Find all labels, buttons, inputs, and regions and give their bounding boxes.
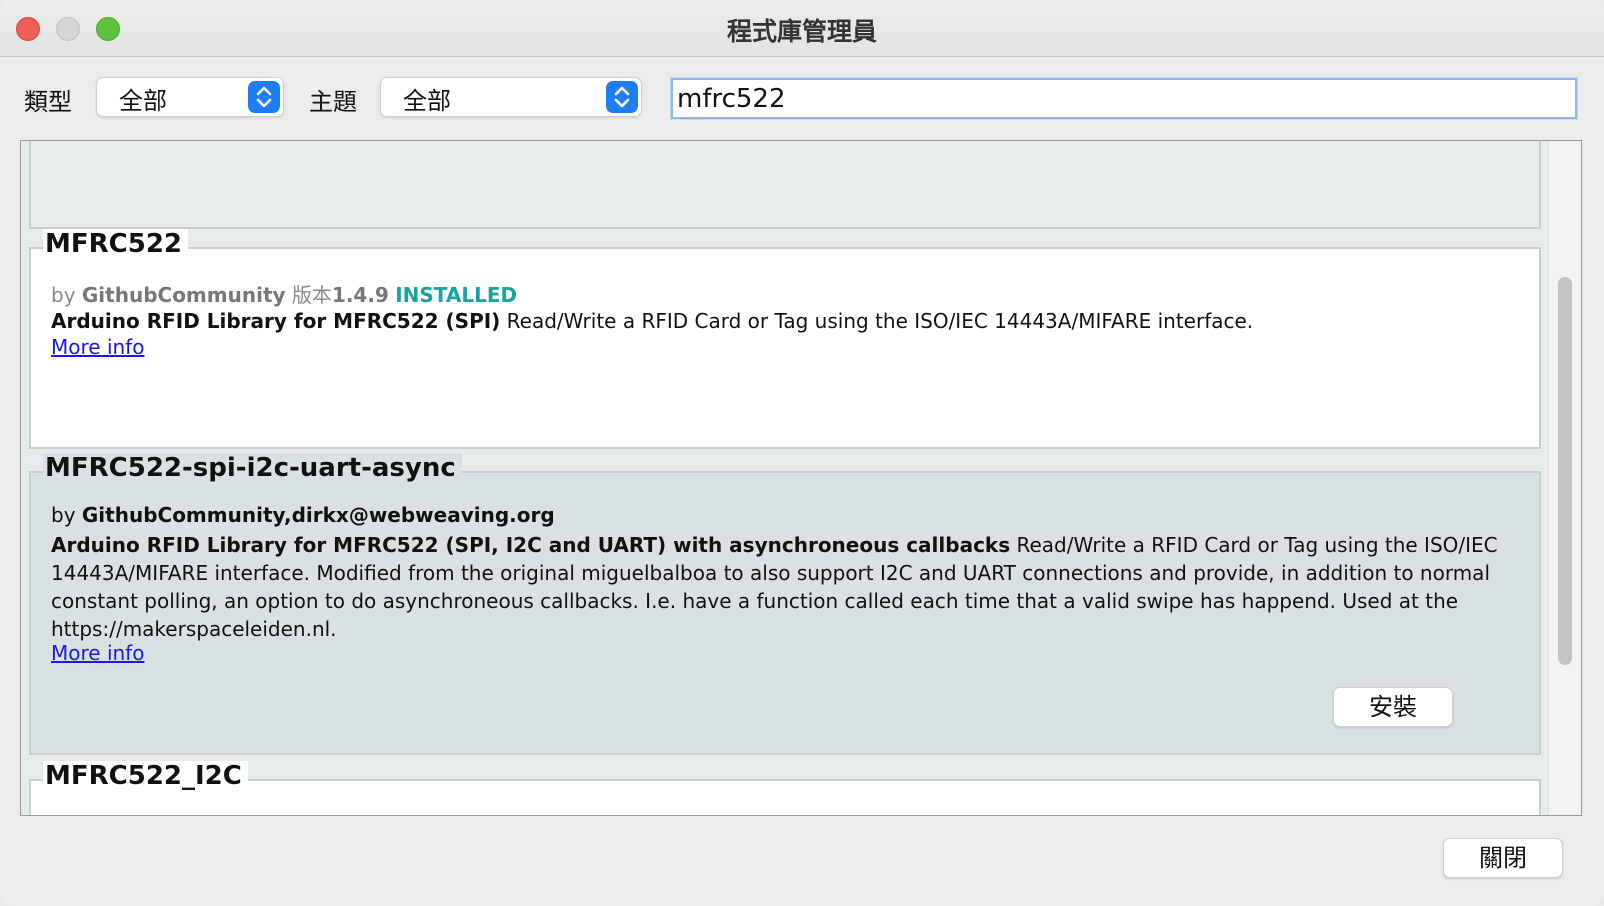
library-card-partial <box>29 141 1541 229</box>
install-button[interactable]: 安裝 <box>1333 687 1453 727</box>
type-label: 類型 <box>24 88 72 116</box>
library-list[interactable]: MFRC522 by GithubCommunity 版本1.4.9 INSTA… <box>20 140 1582 816</box>
library-byline: by GithubCommunity 版本1.4.9 INSTALLED <box>51 283 518 307</box>
topic-select[interactable]: 全部 <box>380 77 642 117</box>
close-button[interactable]: 關閉 <box>1443 838 1563 878</box>
library-card[interactable]: MFRC522_I2C <box>29 761 1541 815</box>
library-version: 1.4.9 <box>331 283 389 307</box>
library-author: GithubCommunity <box>81 283 286 307</box>
version-label: 版本 <box>291 283 332 307</box>
search-input[interactable] <box>677 82 1557 115</box>
topic-label: 主題 <box>309 88 357 116</box>
library-name: MFRC522 <box>43 229 189 259</box>
more-info-link[interactable]: More info <box>51 335 144 359</box>
title-bar: 程式庫管理員 <box>0 0 1604 57</box>
library-card[interactable]: MFRC522-spi-i2c-uart-async by GithubComm… <box>29 453 1541 755</box>
scrollbar-thumb[interactable] <box>1558 277 1572 665</box>
library-manager-window: 程式庫管理員 類型 全部 主題 全部 MFRC522 <box>0 0 1604 906</box>
installed-badge: INSTALLED <box>395 283 518 307</box>
select-arrows-icon <box>248 81 280 113</box>
library-description: Arduino RFID Library for MFRC522 (SPI, I… <box>51 533 1498 641</box>
select-arrows-icon <box>606 81 638 113</box>
search-field[interactable] <box>671 78 1577 119</box>
more-info-link[interactable]: More info <box>51 641 144 665</box>
window-title: 程式庫管理員 <box>726 17 877 46</box>
library-description: Arduino RFID Library for MFRC522 (SPI) R… <box>51 309 1254 333</box>
library-name: MFRC522-spi-i2c-uart-async <box>43 453 462 483</box>
type-select[interactable]: 全部 <box>96 77 284 117</box>
library-card[interactable]: MFRC522 by GithubCommunity 版本1.4.9 INSTA… <box>29 229 1541 449</box>
library-byline: by GithubCommunity,dirkx@webweaving.org <box>51 503 555 527</box>
topic-select-value: 全部 <box>403 87 451 115</box>
type-select-value: 全部 <box>119 87 167 115</box>
list-scrollbar[interactable] <box>1548 141 1581 815</box>
library-name: MFRC522_I2C <box>43 761 248 791</box>
library-author: GithubCommunity,dirkx@webweaving.org <box>81 503 555 527</box>
